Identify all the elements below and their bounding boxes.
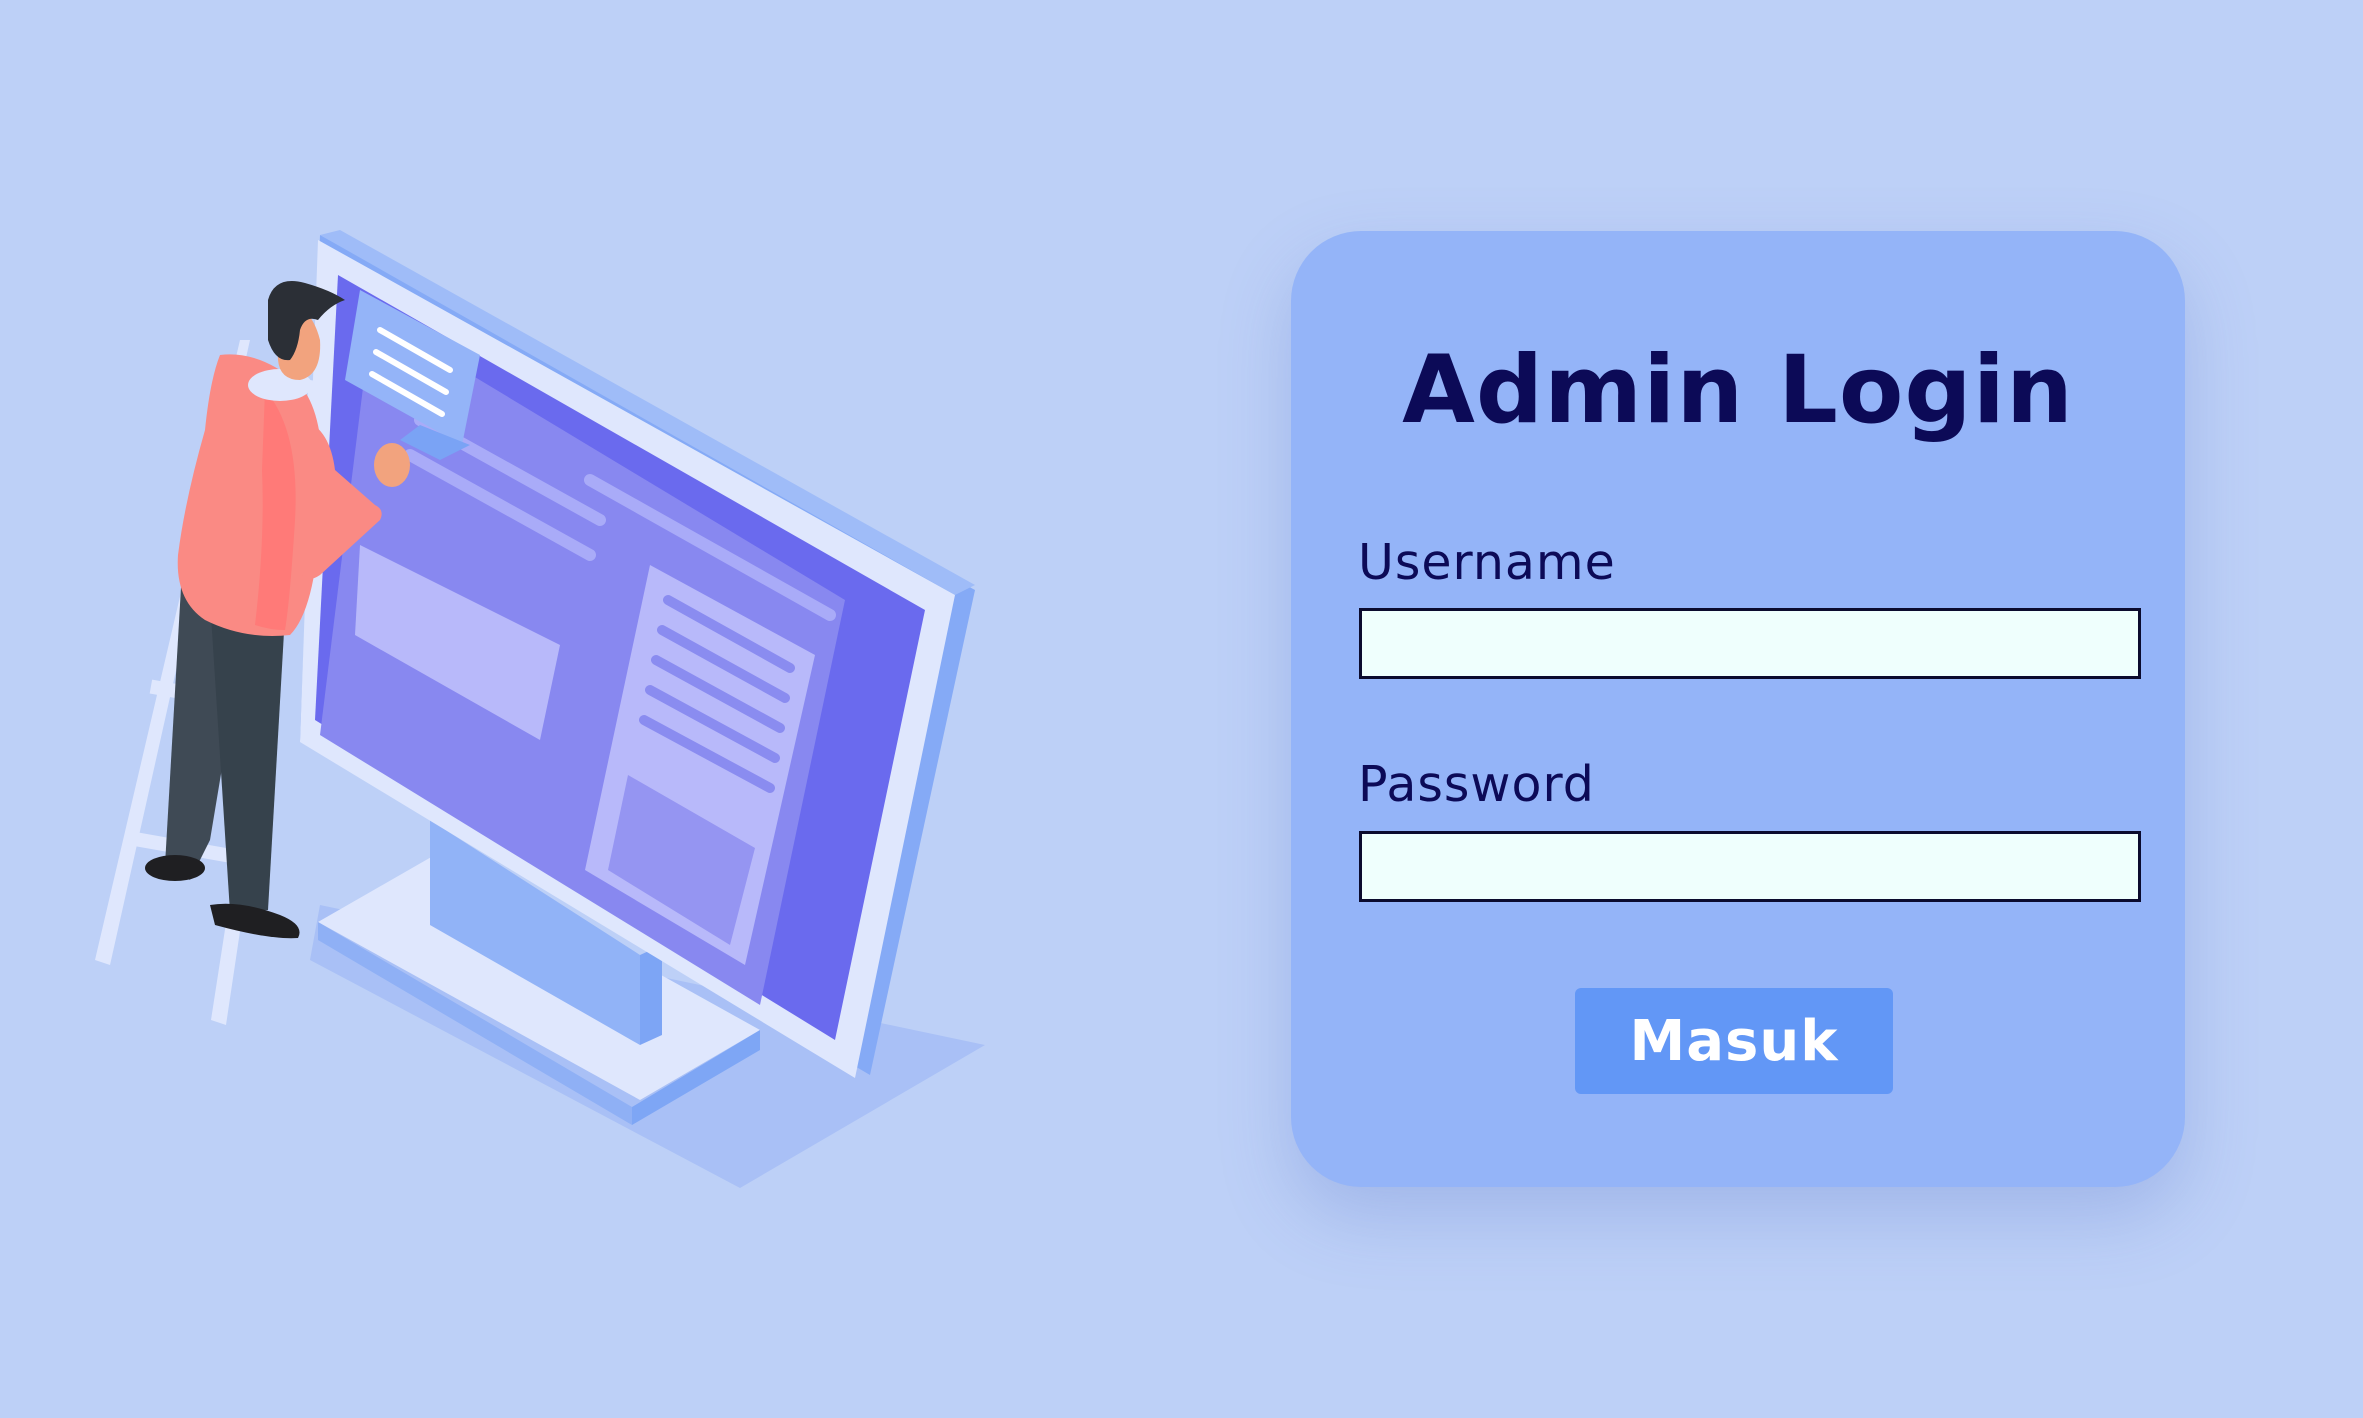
person-at-monitor-illustration bbox=[95, 230, 985, 1188]
person-shoe-front bbox=[210, 903, 300, 939]
password-label: Password bbox=[1358, 756, 1595, 813]
password-input[interactable] bbox=[1359, 831, 2141, 902]
person-hand bbox=[374, 443, 410, 487]
login-card: Admin Login Username Password Masuk bbox=[1291, 231, 2185, 1187]
username-input[interactable] bbox=[1359, 608, 2141, 679]
person-shoe-back bbox=[145, 855, 205, 881]
person-leg-front bbox=[210, 600, 285, 912]
login-title: Admin Login bbox=[1402, 336, 2074, 445]
masuk-button[interactable]: Masuk bbox=[1575, 988, 1893, 1094]
username-label: Username bbox=[1358, 534, 1616, 591]
